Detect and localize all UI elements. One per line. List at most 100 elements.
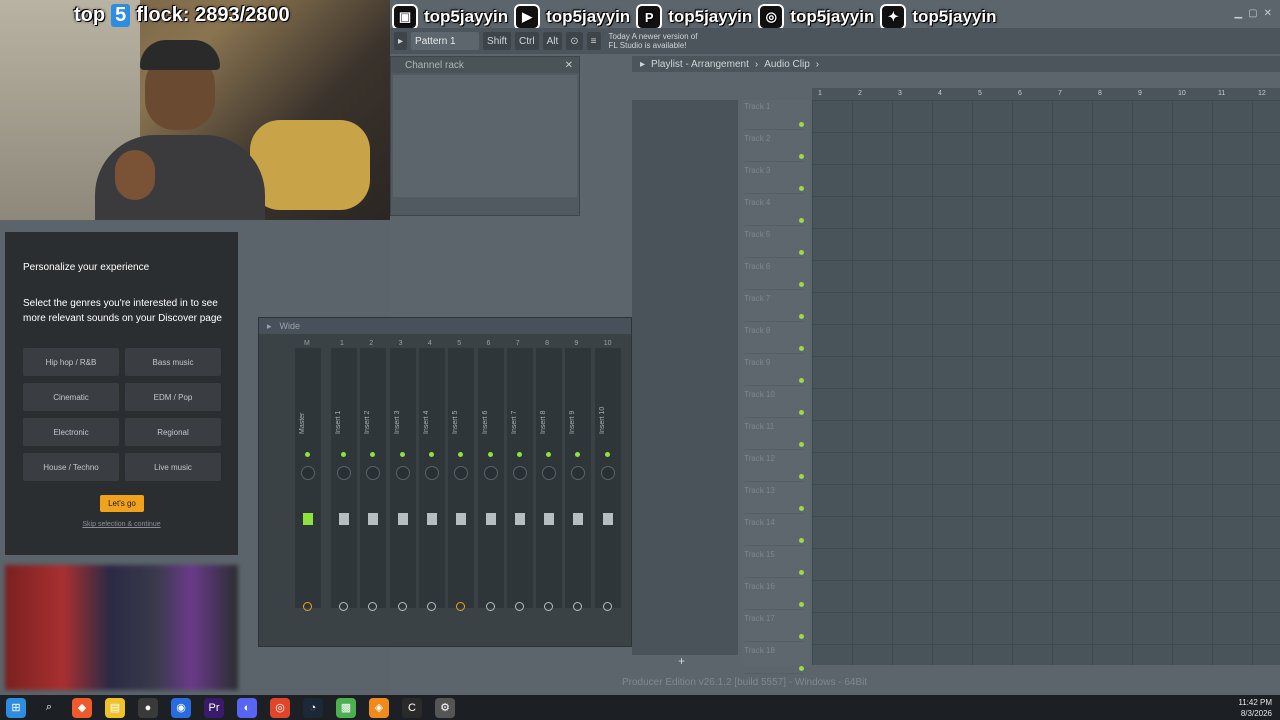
strip-enable-led[interactable] [341, 452, 346, 457]
track-header[interactable]: Track 2 [744, 132, 804, 162]
volume-fader[interactable] [456, 513, 467, 525]
pan-knob[interactable] [454, 466, 469, 480]
insert-strip[interactable]: 5 Insert 5 [448, 340, 475, 611]
track-mute-led[interactable] [799, 122, 804, 127]
insert-strip[interactable]: 9 Insert 9 [565, 340, 592, 611]
send-ring[interactable] [602, 602, 612, 611]
settings-icon[interactable]: ⚙ [435, 697, 455, 718]
update-news[interactable]: Today A newer version of FL Studio is av… [609, 32, 698, 50]
strip-enable-led[interactable] [428, 452, 434, 457]
capcut-icon[interactable]: C [402, 697, 422, 718]
strip-enable-led[interactable] [575, 452, 581, 457]
volume-fader[interactable] [485, 513, 496, 525]
insert-strip[interactable]: 7 Insert 7 [506, 340, 533, 611]
genre-option[interactable]: Bass music [125, 348, 221, 376]
add-track-button[interactable]: + [678, 654, 685, 668]
pan-knob[interactable] [424, 466, 439, 480]
volume-fader[interactable] [426, 513, 437, 525]
genre-option[interactable]: Hip hop / R&B [23, 348, 119, 376]
strip-enable-led[interactable] [370, 452, 376, 457]
volume-fader[interactable] [514, 513, 525, 525]
cart-icon[interactable]: ≡ [586, 32, 601, 50]
track-header[interactable]: Track 5 [744, 228, 804, 258]
track-header[interactable]: Track 10 [744, 388, 804, 418]
playlist-picker-panel[interactable] [632, 100, 738, 655]
track-header[interactable]: Track 7 [744, 292, 804, 322]
genre-option[interactable]: Electronic [23, 418, 119, 446]
genre-option[interactable]: Live music [125, 453, 221, 481]
volume-fader[interactable] [602, 513, 613, 525]
track-mute-led[interactable] [799, 570, 804, 575]
genre-option[interactable]: Regional [125, 418, 221, 446]
alt-button[interactable]: Alt [542, 32, 563, 50]
track-mute-led[interactable] [799, 186, 804, 191]
strip-enable-led[interactable] [305, 452, 310, 457]
track-mute-led[interactable] [799, 442, 804, 447]
pan-knob[interactable] [600, 466, 615, 480]
track-header[interactable]: Track 15 [744, 548, 804, 578]
track-mute-led[interactable] [799, 314, 804, 319]
master-strip[interactable]: M Master [295, 340, 321, 611]
strip-enable-led[interactable] [487, 452, 493, 457]
insert-strip[interactable]: 2 Insert 2 [360, 340, 387, 611]
mixer-mode[interactable]: Wide [280, 321, 301, 331]
track-mute-led[interactable] [799, 474, 804, 479]
track-header[interactable]: Track 18 [744, 644, 804, 674]
pan-knob[interactable] [366, 466, 381, 480]
track-mute-led[interactable] [799, 378, 804, 383]
discord-icon[interactable]: ◐ [237, 697, 257, 718]
pan-knob[interactable] [571, 466, 586, 480]
volume-fader[interactable] [339, 513, 349, 525]
track-header[interactable]: Track 1 [744, 100, 804, 130]
insert-strip[interactable]: 1 Insert 1 [331, 340, 357, 611]
send-ring[interactable] [514, 602, 524, 611]
volume-fader[interactable] [368, 513, 379, 525]
track-mute-led[interactable] [799, 634, 804, 639]
file-explorer-icon[interactable]: ▤ [105, 697, 125, 718]
chrome-canary-icon[interactable]: ◉ [171, 697, 191, 718]
track-mute-led[interactable] [799, 154, 804, 159]
track-mute-led[interactable] [799, 282, 804, 287]
track-header[interactable]: Track 4 [744, 196, 804, 226]
ctrl-button[interactable]: Ctrl [515, 32, 539, 50]
genre-option[interactable]: EDM / Pop [125, 383, 221, 411]
close-icon[interactable]: ✕ [565, 60, 573, 71]
track-header[interactable]: Track 16 [744, 580, 804, 610]
playlist-arrow-icon[interactable]: ▸ [640, 59, 645, 70]
strip-enable-led[interactable] [458, 452, 464, 457]
volume-fader[interactable] [303, 513, 313, 525]
pan-knob[interactable] [337, 466, 351, 480]
obs-icon[interactable]: ● [138, 697, 158, 718]
track-header[interactable]: Track 17 [744, 612, 804, 642]
track-mute-led[interactable] [799, 506, 804, 511]
track-header[interactable]: Track 9 [744, 356, 804, 386]
insert-strip[interactable]: 3 Insert 3 [389, 340, 416, 611]
pan-knob[interactable] [395, 466, 410, 480]
snap-icon[interactable]: ⊙ [566, 32, 583, 50]
strip-enable-led[interactable] [546, 452, 552, 457]
system-clock[interactable]: 11:42 PM 8/3/2026 [1238, 697, 1272, 719]
bar-ruler[interactable]: 1 2 3 4 5 6 7 8 9 10 11 12 [812, 88, 1280, 100]
track-mute-led[interactable] [799, 250, 804, 255]
send-ring[interactable] [303, 602, 312, 611]
shift-button[interactable]: Shift [483, 32, 512, 50]
lets-go-button[interactable]: Let's go [100, 495, 144, 512]
track-header[interactable]: Track 14 [744, 516, 804, 546]
track-header[interactable]: Track 3 [744, 164, 804, 194]
strip-enable-led[interactable] [399, 452, 405, 457]
brave-icon[interactable]: ◆ [72, 697, 92, 718]
maximize-icon[interactable]: ▢ [1248, 8, 1257, 19]
volume-fader[interactable] [544, 513, 555, 525]
genre-option[interactable]: Cinematic [23, 383, 119, 411]
play-arrow-icon[interactable]: ▸ [394, 32, 408, 50]
skip-selection-link[interactable]: Skip selection & continue [65, 521, 178, 528]
pan-knob[interactable] [542, 466, 557, 480]
minecraft-icon[interactable]: ▩ [336, 697, 356, 718]
minimize-icon[interactable]: ▁ [1234, 8, 1242, 19]
track-mute-led[interactable] [799, 666, 804, 671]
steam-icon[interactable]: ◔ [303, 697, 323, 718]
track-header[interactable]: Track 12 [744, 452, 804, 482]
track-mute-led[interactable] [799, 410, 804, 415]
pattern-selector[interactable]: Pattern 1 [411, 32, 480, 50]
pan-knob[interactable] [301, 466, 315, 480]
